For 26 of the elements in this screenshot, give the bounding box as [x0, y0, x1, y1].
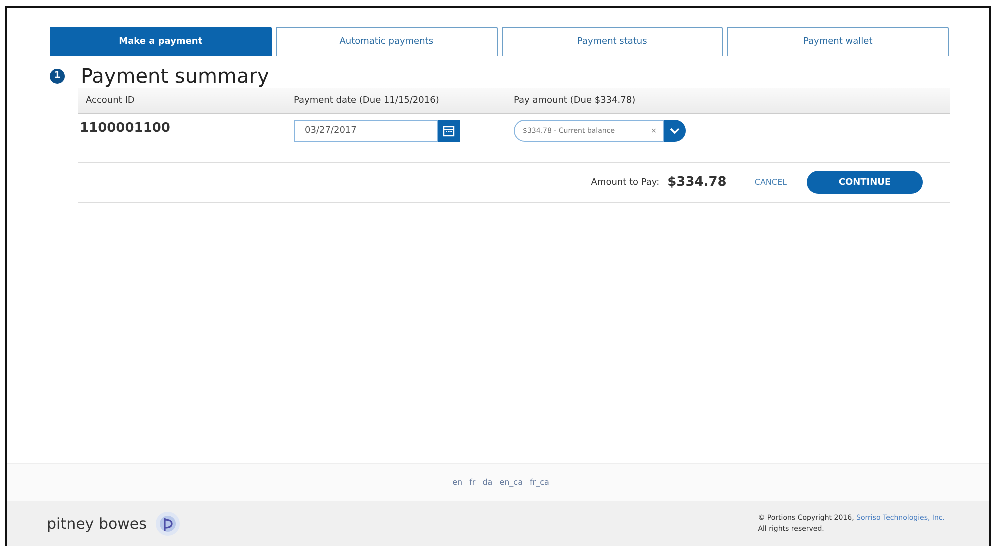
language-link[interactable]: fr [470, 478, 476, 487]
amount-value: $334.78 [668, 175, 727, 190]
date-field[interactable]: 03/27/2017 [294, 120, 438, 142]
dropdown-button[interactable] [664, 120, 686, 142]
column-header: Pay amount (Due $334.78) [514, 96, 637, 106]
tab[interactable]: Automatic payments [276, 27, 498, 56]
column-header: Payment date (Due 11/15/2016) [294, 96, 440, 106]
column-header: Account ID [85, 96, 136, 106]
chevron-down-icon [670, 127, 680, 135]
continue-button[interactable]: CONTINUE [807, 171, 923, 194]
amount-label: Amount to Pay: [591, 178, 660, 188]
step-number-badge: 1 [50, 68, 65, 84]
account-id: 1100001100 [79, 120, 172, 136]
language-link[interactable]: en_ca [500, 478, 523, 487]
language-link[interactable]: da [482, 478, 493, 487]
logo-text: pitney bowes [47, 514, 147, 532]
tab[interactable]: Payment status [502, 27, 724, 56]
language-link[interactable]: fr_ca [530, 478, 550, 487]
language-link[interactable]: en [452, 478, 463, 487]
calendar-button[interactable] [438, 120, 460, 142]
logo-icon [154, 510, 181, 536]
cancel-link[interactable]: CANCEL [754, 178, 787, 187]
calendar-icon [443, 125, 455, 137]
section-title: Payment summary [81, 64, 270, 88]
tab[interactable]: Make a payment [50, 27, 272, 56]
tab[interactable]: Payment wallet [727, 27, 949, 56]
